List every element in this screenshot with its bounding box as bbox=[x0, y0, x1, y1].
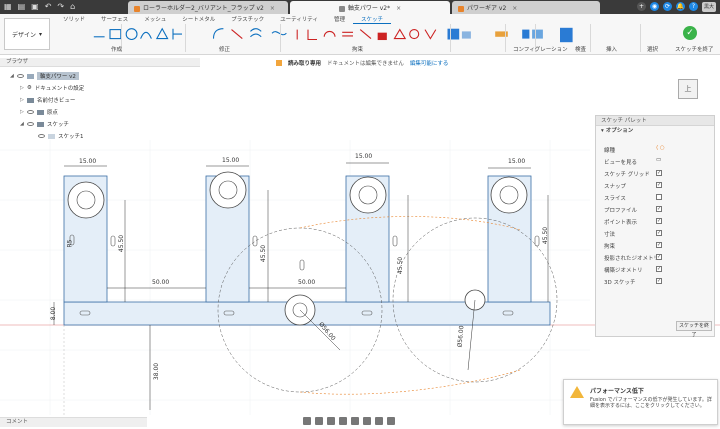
palette-row-profile: プロファイル ✓ bbox=[604, 206, 662, 214]
belt-path-top bbox=[299, 216, 521, 231]
warning-icon bbox=[570, 386, 584, 398]
dimension-label[interactable]: 15.00 bbox=[79, 158, 96, 165]
sketch-grid-checkbox[interactable]: ✓ bbox=[656, 170, 662, 176]
options-section[interactable]: ▾ オプション bbox=[596, 126, 714, 136]
points-checkbox[interactable]: ✓ bbox=[656, 218, 662, 224]
zoom-icon[interactable] bbox=[339, 417, 347, 425]
dimension-label[interactable]: 15.00 bbox=[222, 157, 239, 164]
dimension-label[interactable]: 50.00 bbox=[298, 279, 315, 286]
viewports-icon[interactable] bbox=[387, 417, 395, 425]
palette-row-3d-sketch: 3D スケッチ ✓ bbox=[604, 278, 662, 286]
palette-row-projected: 投影されたジオメトリ ✓ bbox=[604, 254, 662, 262]
pan-icon[interactable] bbox=[327, 417, 335, 425]
constraints-checkbox[interactable]: ✓ bbox=[656, 242, 662, 248]
look-at-icon[interactable] bbox=[315, 417, 323, 425]
palette-row-linetype: 線種 ⟨ ○ bbox=[604, 145, 665, 154]
3d-sketch-checkbox[interactable]: ✓ bbox=[656, 278, 662, 284]
sketch-palette-header[interactable]: スケッチ パレット bbox=[596, 116, 714, 126]
dimensions-checkbox[interactable]: ✓ bbox=[656, 230, 662, 236]
palette-row-grid: スケッチ グリッド ✓ bbox=[604, 170, 662, 178]
projected-geometry-checkbox[interactable]: ✓ bbox=[656, 254, 662, 260]
bearing-hole-3[interactable] bbox=[349, 176, 387, 214]
snap-checkbox[interactable]: ✓ bbox=[656, 182, 662, 188]
bearing-hole-1[interactable] bbox=[67, 181, 105, 219]
dimension-label[interactable]: R5 bbox=[67, 240, 74, 248]
navigation-bar bbox=[303, 415, 427, 427]
dimension-label[interactable]: 45.50 bbox=[397, 257, 404, 274]
palette-row-dimensions: 寸法 ✓ bbox=[604, 230, 662, 238]
palette-row-construction: 構築ジオメトリ ✓ bbox=[604, 266, 662, 274]
palette-row-snap: スナップ ✓ bbox=[604, 182, 662, 190]
dimension-label[interactable]: 15.00 bbox=[355, 153, 372, 160]
construction-geometry-checkbox[interactable]: ✓ bbox=[656, 266, 662, 272]
bearing-hole-4[interactable] bbox=[490, 176, 528, 214]
dimension-label[interactable]: 8.00 bbox=[50, 307, 57, 320]
linetype-icon[interactable]: ⟨ ○ bbox=[656, 145, 665, 151]
palette-row-slice: スライス bbox=[596, 191, 714, 203]
dimension-label[interactable]: 15.00 bbox=[508, 158, 525, 165]
orbit-icon[interactable] bbox=[303, 417, 311, 425]
palette-row-points: ポイント表示 ✓ bbox=[604, 218, 662, 226]
look-at-icon[interactable]: ▭ bbox=[656, 157, 661, 163]
belt-path-bottom bbox=[299, 369, 521, 395]
dimension-label[interactable]: 45.50 bbox=[118, 235, 125, 252]
dimension-label[interactable]: 50.00 bbox=[152, 279, 169, 286]
profile-checkbox[interactable]: ✓ bbox=[656, 206, 662, 212]
dimension-label[interactable]: 38.00 bbox=[153, 363, 160, 380]
comments-panel[interactable]: コメント bbox=[0, 417, 147, 427]
palette-finish-sketch-button[interactable]: スケッチを終了 bbox=[676, 321, 712, 338]
slice-checkbox[interactable] bbox=[656, 194, 662, 200]
display-settings-icon[interactable] bbox=[363, 417, 371, 425]
bearing-hole-2[interactable] bbox=[209, 171, 247, 209]
palette-row-lookat: ビューを見る ▭ bbox=[604, 157, 662, 166]
dimension-label[interactable]: 45.50 bbox=[260, 245, 267, 262]
sketch-palette: スケッチ パレット ▾ オプション 線種 ⟨ ○ ビューを見る ▭ スケッチ グリッ… bbox=[595, 115, 715, 338]
performance-notification[interactable]: パフォーマンス低下 Fusion でパフォーマンスの低下が発生しています。詳細を… bbox=[563, 379, 718, 425]
dimension-label[interactable]: 45.50 bbox=[542, 227, 549, 244]
palette-row-constraints: 拘束 ✓ bbox=[604, 242, 662, 250]
fit-icon[interactable] bbox=[351, 417, 359, 425]
grid-settings-icon[interactable] bbox=[375, 417, 383, 425]
